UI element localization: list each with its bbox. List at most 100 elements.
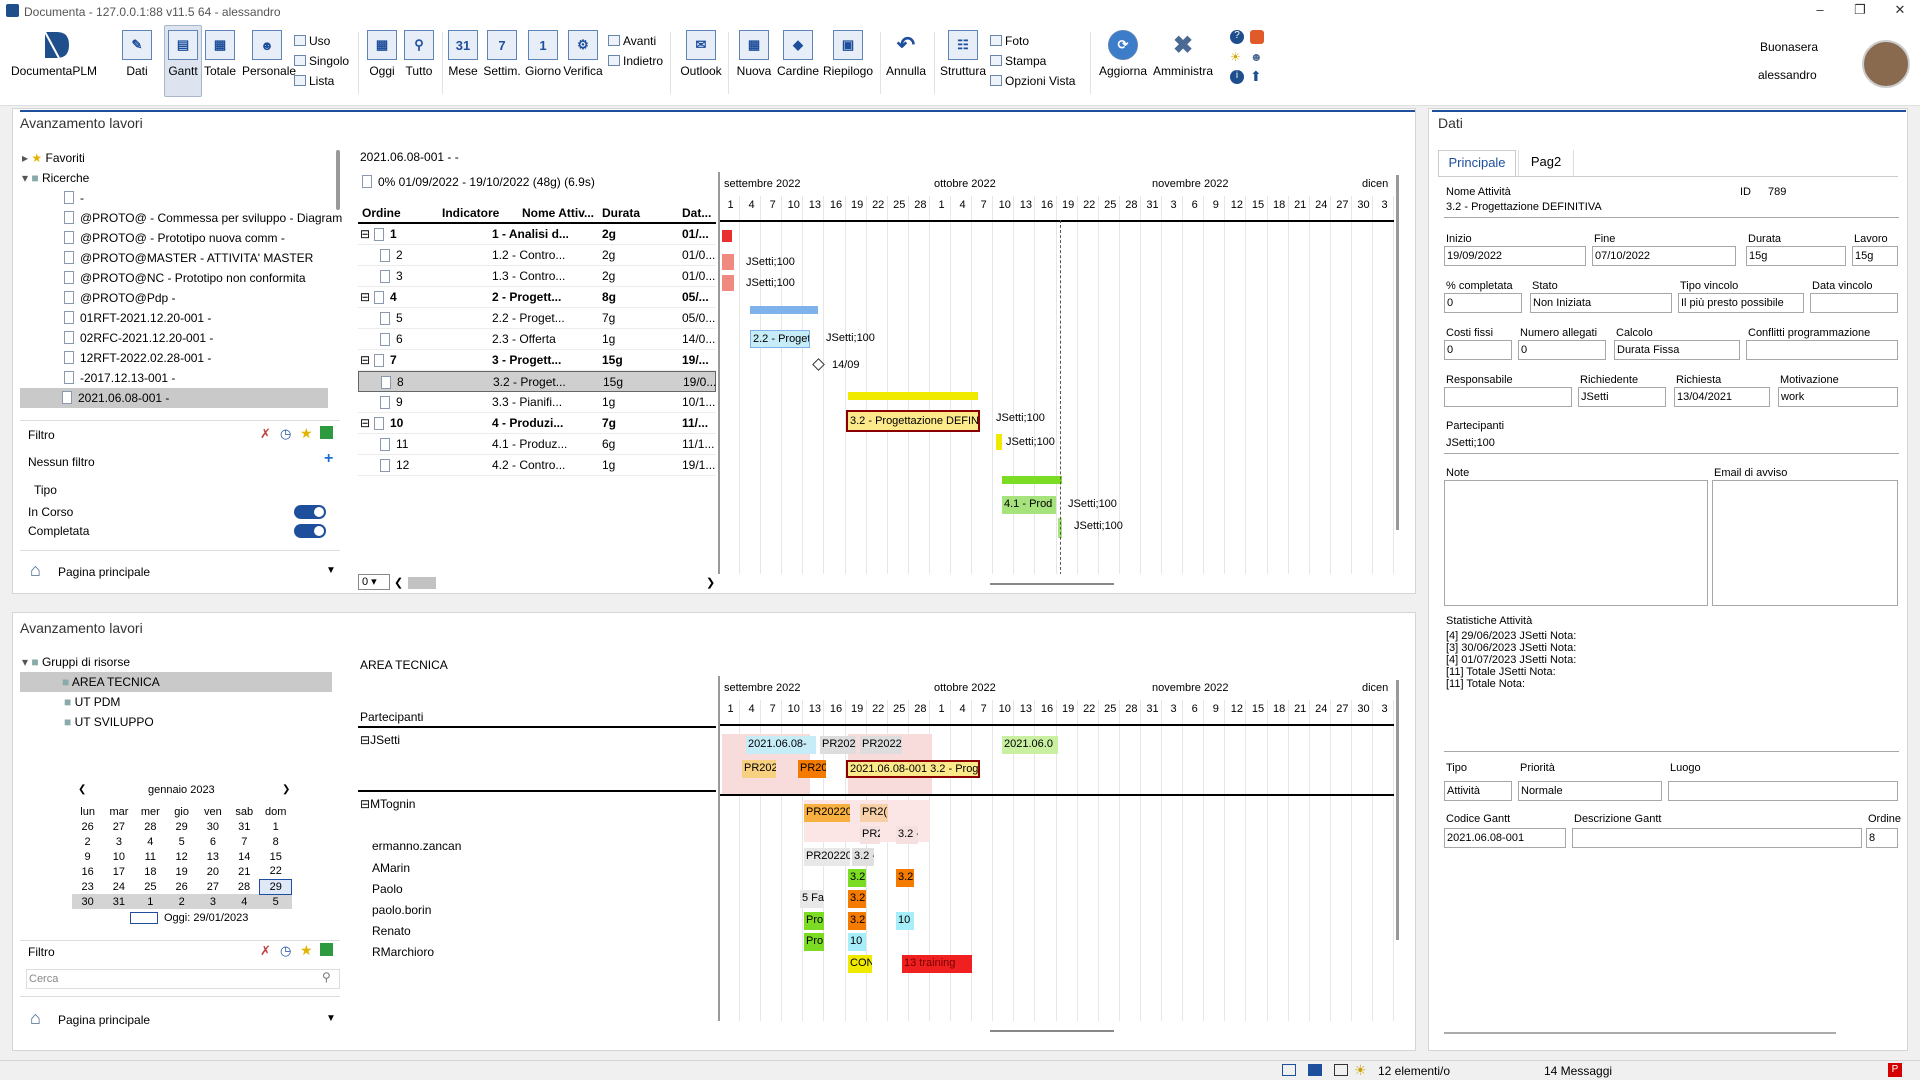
amministra-button[interactable]: ✖ Amministra xyxy=(1150,30,1216,79)
allocation-bar[interactable]: PR202 xyxy=(820,736,856,754)
expand-toggle-icon[interactable]: ⊟ xyxy=(360,797,370,811)
email-field[interactable] xyxy=(1712,480,1898,606)
allocation-bar[interactable]: 2021.06.08- xyxy=(746,736,816,754)
cardine-button[interactable]: ◆ Cardine xyxy=(776,30,820,78)
allocation-bar[interactable]: Pro xyxy=(804,933,824,951)
gantt-chart[interactable]: settembre 2022 ottobre 2022 novembre 2022 d… xyxy=(718,172,1394,574)
scroll-left-icon[interactable]: ❮ xyxy=(394,576,403,589)
layout-icon[interactable] xyxy=(1282,1064,1296,1076)
richiesta-field[interactable]: 13/04/2021 xyxy=(1674,387,1770,407)
dati-hscrollbar[interactable] xyxy=(1444,1032,1836,1034)
table-row[interactable]: ⊟ 7 3 - Progett... 15g 19/... xyxy=(358,350,716,371)
favorite-icon[interactable]: ★ xyxy=(300,425,313,442)
allocation-bar[interactable]: PR2( xyxy=(860,804,888,822)
allocation-bar[interactable]: 10 xyxy=(896,912,914,930)
outlook-button[interactable]: ✉ Outlook xyxy=(678,30,724,78)
allocation-bar[interactable]: 3.2 xyxy=(848,912,866,930)
col-ordine[interactable]: Ordine xyxy=(362,206,401,220)
layout-icon[interactable] xyxy=(1308,1064,1322,1076)
search-icon[interactable]: ⚲ xyxy=(322,970,331,984)
lista-button[interactable]: Lista xyxy=(294,74,334,88)
allocation-bar[interactable]: PR20220 xyxy=(804,848,850,866)
calendar-day[interactable]: 1 xyxy=(135,894,166,909)
expand-toggle-icon[interactable]: ⊟ xyxy=(360,413,370,434)
users-icon[interactable]: ☻ xyxy=(1250,50,1264,64)
table-row[interactable]: 3 1.3 - Contro... 2g 01/0... xyxy=(358,266,716,287)
table-row[interactable]: 6 2.3 - Offerta 1g 14/0... xyxy=(358,329,716,350)
tree-item[interactable]: 02RFC-2021.12.20-001 - xyxy=(22,328,334,348)
calendar-day[interactable]: 10 xyxy=(103,849,134,864)
pagina-principale-link[interactable]: Pagina principale xyxy=(58,565,150,579)
struttura-button[interactable]: ☷ Struttura xyxy=(938,30,988,78)
resource-row[interactable]: paolo.borin xyxy=(358,900,716,921)
resource-row[interactable]: Renato xyxy=(358,921,716,942)
clock-icon[interactable]: ◷ xyxy=(280,943,291,959)
allocation-bar[interactable]: 5 Fa xyxy=(800,890,824,908)
oggi-button[interactable]: ▦ Oggi xyxy=(366,30,398,78)
settimana-button[interactable]: 7 Settim. xyxy=(482,30,522,78)
calendar-day[interactable]: 31 xyxy=(229,819,260,834)
durata-field[interactable]: 15g xyxy=(1746,246,1846,266)
table-row[interactable]: ⊟ 1 1 - Analisi d... 2g 01/... xyxy=(358,224,716,245)
calendar-day[interactable]: 8 xyxy=(260,834,292,849)
col-durata[interactable]: Durata xyxy=(602,206,640,220)
calendar-day[interactable]: 24 xyxy=(103,879,134,894)
lavoro-field[interactable]: 15g xyxy=(1852,246,1898,266)
calendar-day[interactable]: 3 xyxy=(103,834,134,849)
calendar-day[interactable]: 9 xyxy=(72,849,103,864)
luogo-field[interactable] xyxy=(1668,781,1898,801)
help-icon[interactable]: ? xyxy=(1230,30,1244,44)
nuova-button[interactable]: ▦ Nuova xyxy=(734,30,774,78)
avanti-button[interactable]: Avanti xyxy=(608,34,656,48)
in-corso-toggle[interactable] xyxy=(294,505,326,519)
favorite-icon[interactable]: ★ xyxy=(300,942,313,959)
tree-item[interactable]: @PROTO@ - Prototipo nuova comm - xyxy=(22,228,334,248)
note-field[interactable] xyxy=(1444,480,1708,606)
inizio-field[interactable]: 19/09/2022 xyxy=(1444,246,1586,266)
aggiorna-button[interactable]: ⟳ Aggiorna xyxy=(1096,30,1150,78)
allocation-bar[interactable]: PR20220 xyxy=(804,804,850,822)
expand-toggle-icon[interactable]: ⊟ xyxy=(360,287,370,308)
calendar-day[interactable]: 7 xyxy=(229,834,260,849)
tree-item-selected[interactable]: 2021.06.08-001 - xyxy=(20,388,328,408)
calendar-day[interactable]: 17 xyxy=(103,864,134,879)
search-input[interactable]: Cerca xyxy=(26,969,340,989)
resource-row[interactable]: AMarin xyxy=(358,858,716,879)
grid-hscrollbar[interactable] xyxy=(408,577,436,589)
tree-item[interactable]: ▾ ■ Gruppi di risorse xyxy=(22,652,334,672)
tree-item-selected[interactable]: ■ AREA TECNICA xyxy=(20,672,332,692)
clock-icon[interactable]: ◷ xyxy=(280,426,291,442)
tree-item[interactable]: @PROTO@ - Commessa per sviluppo - Diagra… xyxy=(22,208,342,228)
allocation-bar[interactable]: 3.2 - xyxy=(852,848,874,866)
tree-item[interactable]: ■ UT SVILUPPO xyxy=(22,712,334,732)
statistiche-field[interactable]: [4] 29/06/2023 JSetti Nota: [3] 30/06/20… xyxy=(1444,628,1899,752)
message-count[interactable]: 14 Messaggi xyxy=(1544,1064,1612,1078)
resource-row[interactable]: ⊟JSetti xyxy=(358,730,716,751)
tree-scrollbar[interactable] xyxy=(336,150,340,210)
resource-row[interactable]: ermanno.zancan xyxy=(358,836,716,857)
responsabile-field[interactable] xyxy=(1444,387,1572,407)
completata-toggle[interactable] xyxy=(294,524,326,538)
indietro-button[interactable]: Indietro xyxy=(608,54,663,68)
task-bar[interactable] xyxy=(996,434,1002,450)
resource-hscrollbar[interactable] xyxy=(990,1030,1114,1032)
task-bar[interactable] xyxy=(722,254,734,270)
tree-item[interactable]: @PROTO@MASTER - ATTIVITA' MASTER xyxy=(22,248,334,268)
resource-row[interactable]: ⊟MTognin xyxy=(358,794,716,815)
col-nome-attivita[interactable]: Nome Attiv... xyxy=(522,206,594,220)
resource-row[interactable]: Paolo xyxy=(358,879,716,900)
task-bar[interactable] xyxy=(722,275,734,291)
calendar-day[interactable]: 26 xyxy=(72,819,103,834)
calendar-day[interactable]: 1 xyxy=(260,819,292,834)
calendar-day[interactable]: 31 xyxy=(103,894,134,909)
tab-principale[interactable]: Principale xyxy=(1438,150,1516,176)
table-row[interactable]: 8 3.2 - Proget... 15g 19/0... xyxy=(358,371,716,392)
calendar-grid[interactable]: lun mar mer gio ven sab dom 26 27 28 29 30 31 1 2 3 4 5 6 7… xyxy=(72,804,292,909)
gantt-button[interactable]: ▤ Gantt xyxy=(164,25,202,97)
task-bar[interactable] xyxy=(722,230,732,242)
ordine-field[interactable]: 8 xyxy=(1866,828,1898,848)
calendar-day[interactable]: 20 xyxy=(197,864,228,879)
zoom-select[interactable]: 0 ▾ xyxy=(358,574,390,590)
tipo-field[interactable]: Attività xyxy=(1444,781,1512,801)
tree-item[interactable]: ▸ ★ Favoriti xyxy=(22,148,334,168)
